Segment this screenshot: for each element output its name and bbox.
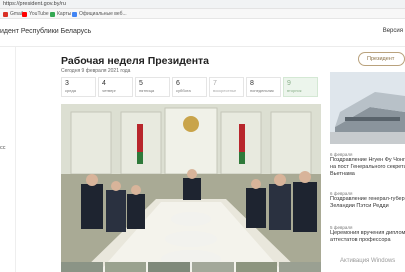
news-item[interactable]: 5 февраля Церемония вручения дипломов ат… <box>330 225 405 244</box>
web-icon <box>72 11 77 17</box>
news-title-line[interactable]: Церемония вручения дипломов <box>330 230 405 237</box>
day-name: четверг <box>102 88 116 93</box>
day-name: вторник <box>287 88 302 93</box>
left-sidebar: сс <box>0 47 16 272</box>
news-item[interactable]: 6 февраля Поздравление генерал-губернато… <box>330 191 405 210</box>
day-number: 9 <box>287 80 291 87</box>
page-date: Сегодня 9 февраля 2021 года <box>61 68 131 74</box>
sidebar-label[interactable]: сс <box>0 145 6 151</box>
day-number: 7 <box>213 80 217 87</box>
news-title-line[interactable]: на пост Генерального секретаря <box>330 164 405 171</box>
day-tab[interactable]: 6 суббота <box>172 77 207 97</box>
main-photo[interactable] <box>61 104 321 272</box>
day-number: 3 <box>65 80 69 87</box>
bookmark-official[interactable]: Официальные веб... <box>72 10 127 18</box>
news-title-line[interactable]: Поздравление генерал-губернатору <box>330 196 405 203</box>
url-text[interactable]: https://president.gov.by/ru <box>3 0 66 9</box>
meeting-photo-image <box>61 104 321 272</box>
president-button[interactable]: Президент <box>358 52 405 66</box>
page-title: Рабочая неделя Президента <box>61 55 210 67</box>
day-tab[interactable]: 7 воскресенье <box>209 77 244 97</box>
gmail-icon <box>3 11 8 17</box>
maps-icon <box>50 11 55 17</box>
bookmark-maps[interactable]: Карты <box>50 10 71 18</box>
thumbnail[interactable] <box>148 262 191 272</box>
bookmark-youtube[interactable]: YouTube <box>22 10 49 18</box>
site-title[interactable]: идент Республики Беларусь <box>0 28 91 35</box>
week-day-tabs: 3 среда 4 четверг 5 пятница 6 суббота 7 … <box>61 77 318 97</box>
day-tab[interactable]: 8 понедельник <box>246 77 281 97</box>
day-tab[interactable]: 5 пятница <box>135 77 170 97</box>
day-number: 4 <box>102 80 106 87</box>
thumbnail[interactable] <box>192 262 234 272</box>
bookmark-gmail[interactable]: Gmail <box>3 10 23 18</box>
news-title-line[interactable]: Зеландии Пэтси Редди <box>330 203 405 210</box>
site-header: идент Республики Беларусь Версия <box>0 19 405 47</box>
day-number: 5 <box>139 80 143 87</box>
news-item[interactable]: 6 февраля Поздравление Нгуен Фу Чонгу на… <box>330 152 405 178</box>
day-tab[interactable]: 3 среда <box>61 77 96 97</box>
thumbnail[interactable] <box>279 262 322 272</box>
news-title-line[interactable]: аттестатов профессора <box>330 237 405 244</box>
youtube-icon <box>22 11 27 17</box>
version-link[interactable]: Версия <box>383 28 403 34</box>
day-name: суббота <box>176 88 191 93</box>
day-name: среда <box>65 88 76 93</box>
day-name: понедельник <box>250 88 274 93</box>
day-tab-active[interactable]: 9 вторник <box>283 77 318 97</box>
building-photo[interactable] <box>330 72 405 144</box>
windows-activation-watermark: Активация Windows <box>340 258 396 264</box>
bookmarks-bar: Gmail YouTube Карты Официальные веб... <box>0 9 405 19</box>
thumbnail[interactable] <box>104 262 147 272</box>
news-title-line[interactable]: Поздравление Нгуен Фу Чонгу <box>330 157 405 164</box>
address-bar[interactable]: https://president.gov.by/ru <box>0 0 405 9</box>
building-image <box>330 72 405 144</box>
day-number: 8 <box>250 80 254 87</box>
thumbnail[interactable] <box>61 262 103 272</box>
day-tab[interactable]: 4 четверг <box>98 77 133 97</box>
news-title-line[interactable]: Вьетнама <box>330 171 405 178</box>
photo-thumbnails <box>61 262 322 272</box>
day-name: пятница <box>139 88 155 93</box>
day-name: воскресенье <box>213 88 237 93</box>
day-number: 6 <box>176 80 180 87</box>
thumbnail[interactable] <box>235 262 278 272</box>
